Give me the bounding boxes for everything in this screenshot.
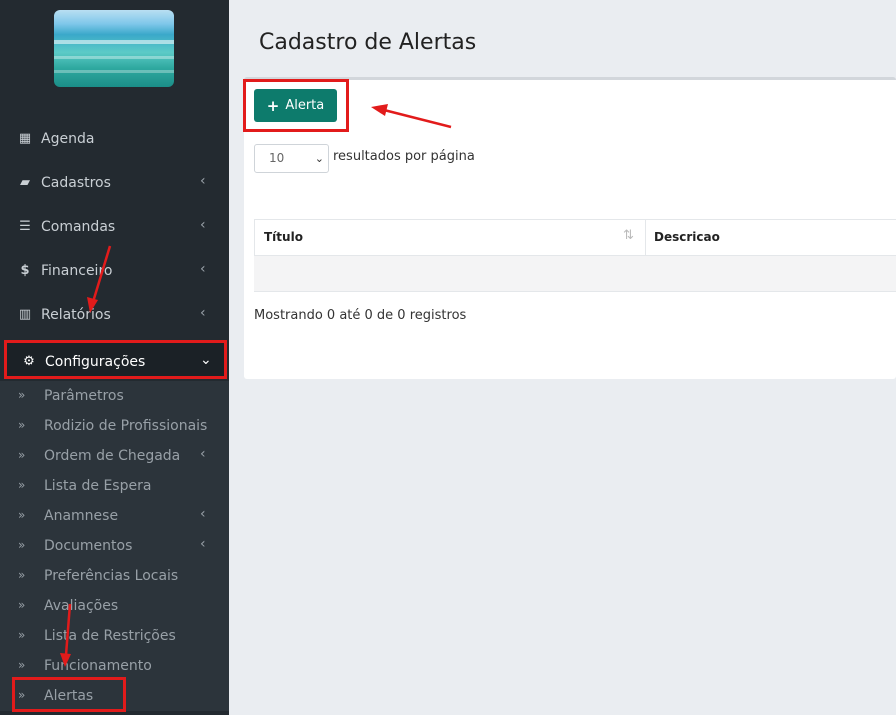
submenu-item-lista-de-espera[interactable]: » Lista de Espera xyxy=(0,471,229,501)
sidebar-item-cadastros[interactable]: ▰ Cadastros ‹ xyxy=(0,161,229,205)
page-size-select[interactable]: 10 ⌄ xyxy=(254,144,329,173)
double-chevron-right-icon: » xyxy=(18,478,26,492)
submenu-item-label: Anamnese xyxy=(44,508,119,524)
double-chevron-right-icon: » xyxy=(18,508,26,522)
bar-chart-icon: ▥ xyxy=(18,306,32,322)
sidebar-item-label: Comandas xyxy=(41,219,116,235)
chevron-left-icon: ‹ xyxy=(200,261,206,277)
submenu-item-label: Parâmetros xyxy=(44,388,124,404)
chevron-left-icon: ‹ xyxy=(200,217,206,233)
sidebar-item-financeiro[interactable]: $ Financeiro ‹ xyxy=(0,249,229,293)
sidebar-item-label: Agenda xyxy=(41,131,95,147)
submenu-item-preferencias-locais[interactable]: » Preferências Locais xyxy=(0,561,229,591)
submenu-item-label: Funcionamento xyxy=(44,658,152,674)
double-chevron-right-icon: » xyxy=(18,628,26,642)
submenu-item-label: Ordem de Chegada xyxy=(44,448,181,464)
submenu-item-anamnese[interactable]: » Anamnese ‹ xyxy=(0,501,229,531)
column-header-titulo[interactable]: Título xyxy=(264,230,303,244)
chevron-down-icon: ⌄ xyxy=(200,352,212,368)
calendar-icon: ▦ xyxy=(18,130,32,146)
sidebar-item-comandas[interactable]: ☰ Comandas ‹ xyxy=(0,205,229,249)
submenu-item-rodizio[interactable]: » Rodizio de Profissionais xyxy=(0,411,229,441)
column-header-descricao[interactable]: Descricao xyxy=(654,230,720,244)
chevron-left-icon: ‹ xyxy=(200,536,206,552)
double-chevron-right-icon: » xyxy=(18,418,26,432)
book-icon: ▰ xyxy=(20,174,30,190)
chevron-left-icon: ‹ xyxy=(200,506,206,522)
double-chevron-right-icon: » xyxy=(18,538,26,552)
table-header: Título ⇅ Descricao xyxy=(254,219,896,256)
table-info: Mostrando 0 até 0 de 0 registros xyxy=(254,308,467,323)
column-divider xyxy=(645,220,646,256)
gear-icon: ⚙ xyxy=(23,353,35,369)
submenu-item-lista-de-restricoes[interactable]: » Lista de Restrições xyxy=(0,621,229,651)
submenu-item-label: Lista de Restrições xyxy=(44,628,176,644)
chevron-down-icon: ⌄ xyxy=(314,152,324,165)
sidebar-item-configuracoes[interactable]: ⚙ Configurações ⌄ xyxy=(4,340,227,379)
double-chevron-right-icon: » xyxy=(18,598,26,612)
submenu-item-label: Avaliações xyxy=(44,598,119,614)
sidebar-item-label: Cadastros xyxy=(41,175,111,191)
submenu-item-parametros[interactable]: » Parâmetros xyxy=(0,381,229,411)
double-chevron-right-icon: » xyxy=(18,568,26,582)
sidebar-item-label: Relatórios xyxy=(41,307,111,323)
submenu-item-ordem-de-chegada[interactable]: » Ordem de Chegada ‹ xyxy=(0,441,229,471)
submenu-item-label: Rodizio de Profissionais xyxy=(44,418,208,434)
chevron-left-icon: ‹ xyxy=(200,446,206,462)
logo-image xyxy=(54,10,174,87)
sidebar-item-relatorios[interactable]: ▥ Relatórios ‹ xyxy=(0,293,229,337)
submenu-item-label: Documentos xyxy=(44,538,133,554)
page-size-value: 10 xyxy=(269,151,285,165)
submenu-item-avaliacoes[interactable]: » Avaliações xyxy=(0,591,229,621)
highlight-box-add-button xyxy=(243,79,349,132)
page-title: Cadastro de Alertas xyxy=(259,30,477,55)
double-chevron-right-icon: » xyxy=(18,658,26,672)
list-icon: ☰ xyxy=(19,218,31,234)
sidebar-item-agenda[interactable]: ▦ Agenda xyxy=(0,117,229,161)
sidebar-item-label: Configurações xyxy=(45,354,146,370)
sidebar-item-label: Financeiro xyxy=(41,263,113,279)
submenu-item-label: Lista de Espera xyxy=(44,478,152,494)
table-row xyxy=(254,256,896,292)
dollar-icon: $ xyxy=(20,262,30,278)
double-chevron-right-icon: » xyxy=(18,448,26,462)
alerts-table: Título ⇅ Descricao xyxy=(254,219,896,292)
highlight-box-alertas xyxy=(12,677,126,712)
submenu-item-documentos[interactable]: » Documentos ‹ xyxy=(0,531,229,561)
chevron-left-icon: ‹ xyxy=(200,305,206,321)
per-page-label: resultados por página xyxy=(333,149,475,164)
sort-icon[interactable]: ⇅ xyxy=(623,228,634,243)
chevron-left-icon: ‹ xyxy=(200,173,206,189)
submenu-item-label: Preferências Locais xyxy=(44,568,179,584)
double-chevron-right-icon: » xyxy=(18,388,26,402)
